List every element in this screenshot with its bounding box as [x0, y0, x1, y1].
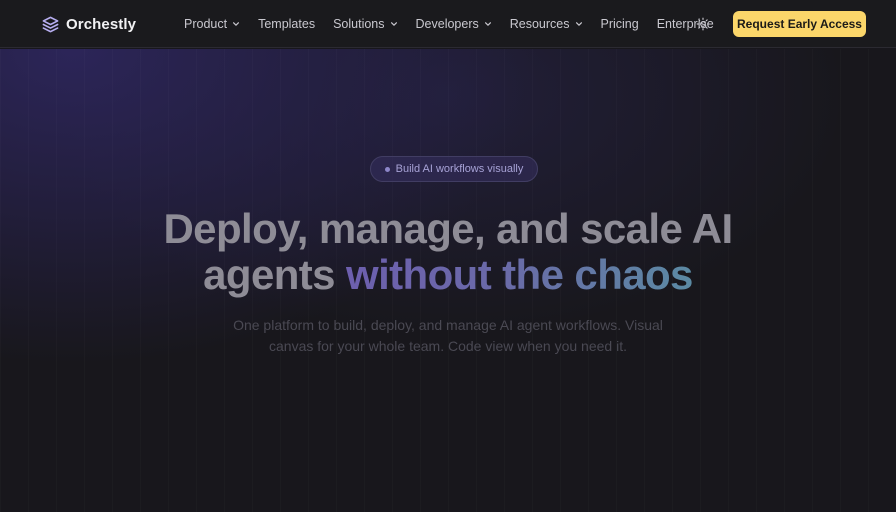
top-navbar: Orchestly Product Templates Solutions De… [0, 0, 896, 48]
chevron-down-icon [390, 22, 397, 26]
headline-highlight: without the chaos [346, 251, 693, 298]
subtitle-line-1: One platform to build, deploy, and manag… [233, 317, 663, 333]
headline-line-2-plain: agents [203, 251, 335, 298]
hero-subtitle: One platform to build, deploy, and manag… [0, 315, 896, 357]
sun-icon [696, 17, 710, 31]
subtitle-line-2: canvas for your whole team. Code view wh… [269, 338, 627, 354]
chevron-down-icon [233, 22, 240, 26]
nav-links: Product Templates Solutions Developers R… [184, 0, 732, 48]
chevron-down-icon [484, 22, 491, 26]
badge-dot-icon [384, 166, 390, 172]
nav-item-label: Developers [415, 17, 479, 31]
layers-icon [42, 16, 59, 32]
hero-headline: Deploy, manage, and scale AI agents with… [0, 206, 896, 298]
hero-badge[interactable]: Build AI workflows visually [370, 156, 538, 182]
nav-item-pricing[interactable]: Pricing [601, 17, 639, 31]
nav-item-developers[interactable]: Developers [416, 17, 492, 31]
brand-logo[interactable]: Orchestly [41, 0, 136, 48]
request-early-access-button[interactable]: Request Early Access [733, 11, 866, 37]
nav-item-label: Pricing [600, 17, 639, 31]
nav-item-label: Templates [258, 17, 316, 31]
nav-item-label: Solutions [333, 17, 385, 31]
hero-section: Build AI workflows visually Deploy, mana… [0, 49, 896, 512]
chevron-down-icon [575, 22, 582, 26]
brand-name: Orchestly [66, 15, 137, 33]
nav-item-solutions[interactable]: Solutions [333, 17, 397, 31]
badge-text: Build AI workflows visually [395, 163, 524, 175]
nav-item-product[interactable]: Product [184, 17, 240, 31]
nav-item-templates[interactable]: Templates [258, 17, 315, 31]
headline-line-1: Deploy, manage, and scale AI [163, 205, 733, 252]
nav-item-label: Resources [509, 17, 570, 31]
nav-item-resources[interactable]: Resources [510, 17, 583, 31]
theme-toggle-button[interactable] [696, 17, 710, 31]
nav-item-label: Product [184, 17, 228, 31]
